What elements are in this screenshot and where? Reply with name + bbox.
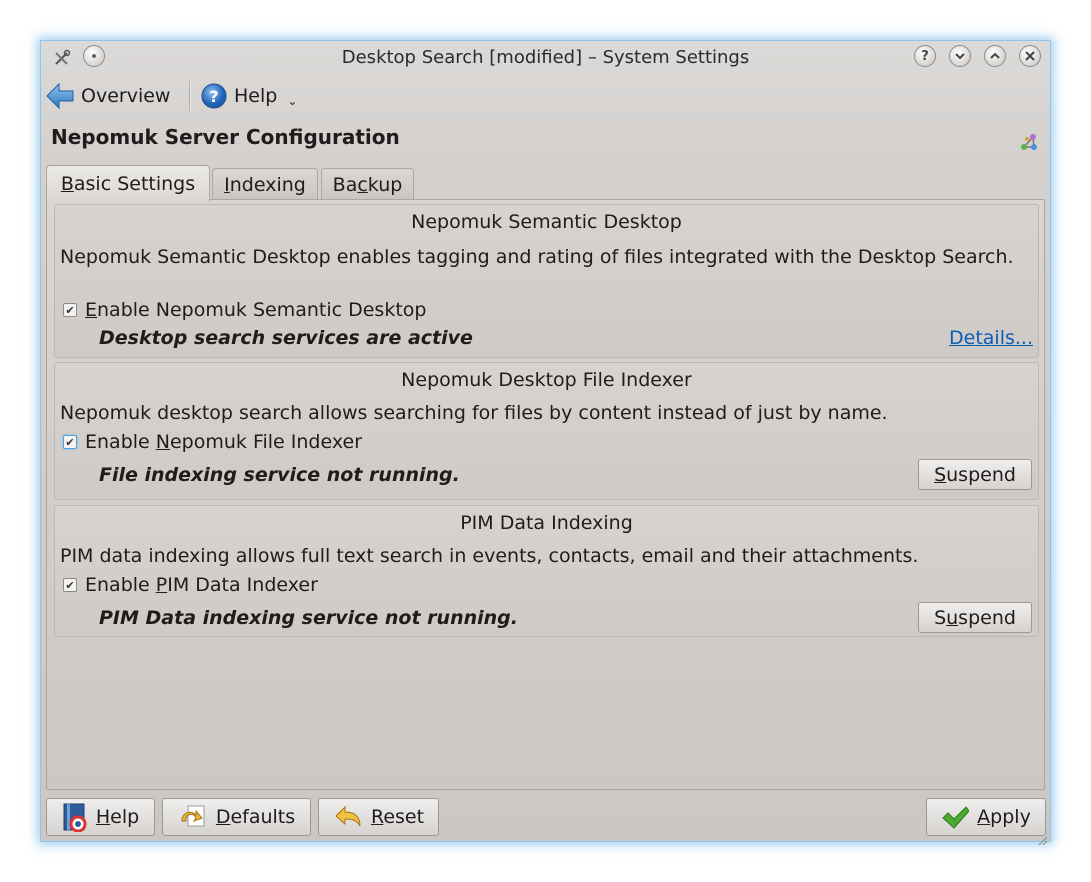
group-title: PIM Data Indexing [460,512,633,534]
undo-icon [333,804,363,830]
page-title: Nepomuk Server Configuration [51,125,400,149]
status-text: Desktop search services are active [99,327,473,349]
tab-basic-settings[interactable]: Basic Settings [46,165,210,201]
overview-label: Overview [81,85,171,107]
help-menu-label: Help [234,85,278,107]
chevron-down-icon [955,53,965,60]
minimize-button[interactable] [949,45,971,67]
checkbox-label: Enable Nepomuk Semantic Desktop [85,299,427,321]
checkbox-label: Enable PIM Data Indexer [85,574,318,596]
help-button[interactable]: Help [46,798,155,836]
button-label: Suspend [934,463,1016,486]
chevron-up-icon [990,52,1000,59]
group-description: Nepomuk desktop search allows searching … [60,402,888,424]
defaults-button[interactable]: Defaults [162,798,311,836]
dropdown-arrow-icon: ⌄ [287,94,298,108]
suspend-pim-indexer-button[interactable]: Suspend [918,602,1032,633]
button-label: Suspend [934,606,1016,629]
group-title: Nepomuk Semantic Desktop [411,211,682,233]
context-help-button[interactable]: ? [914,45,936,67]
nepomuk-icon [1018,131,1040,158]
svg-text:?: ? [209,87,218,106]
status-text: PIM Data indexing service not running. [99,607,518,629]
checkmark-icon[interactable]: ✔ [63,435,77,449]
button-label: Apply [977,806,1031,828]
maximize-button[interactable] [984,45,1006,67]
enable-semantic-desktop-checkbox[interactable]: ✔ Enable Nepomuk Semantic Desktop [63,299,426,321]
status-text: File indexing service not running. [99,464,460,486]
enable-file-indexer-checkbox[interactable]: ✔ Enable Nepomuk File Indexer [63,431,362,453]
tab-indexing[interactable]: Indexing [212,168,318,200]
checkbox-label: Enable Nepomuk File Indexer [85,431,363,453]
system-settings-window: Desktop Search [modified] – System Setti… [40,40,1051,846]
close-button[interactable] [1019,45,1041,67]
details-link[interactable]: Details... [949,327,1033,349]
document-revert-icon [178,803,208,831]
tab-label: Backup [332,173,403,196]
tab-backup[interactable]: Backup [321,168,414,200]
semantic-desktop-group: Nepomuk Semantic Desktop Nepomuk Semanti… [54,204,1039,358]
checkmark-icon [941,805,970,829]
window-title: Desktop Search [modified] – System Setti… [341,47,750,68]
suspend-file-indexer-button[interactable]: Suspend [918,459,1032,490]
question-icon: ? [921,48,929,64]
apply-button[interactable]: Apply [926,798,1046,836]
lifebuoy-book-icon [62,802,88,832]
reset-button[interactable]: Reset [318,798,439,836]
help-icon: ? [201,83,227,109]
group-description: PIM data indexing allows full text searc… [60,545,919,567]
group-title: Nepomuk Desktop File Indexer [401,369,692,391]
group-description: Nepomuk Semantic Desktop enables tagging… [60,246,1014,268]
checkmark-icon[interactable]: ✔ [63,578,77,592]
toolbar-separator [189,81,191,111]
overview-button[interactable]: Overview [45,81,170,111]
tab-label: Indexing [224,173,306,196]
title-bar[interactable]: Desktop Search [modified] – System Setti… [41,41,1050,75]
file-indexer-group: Nepomuk Desktop File Indexer Nepomuk des… [54,362,1039,500]
resize-grip-icon[interactable] [1038,829,1048,846]
button-label: Help [95,806,140,828]
help-menu-button[interactable]: ? Help ⌄ [200,81,297,111]
tab-label: Basic Settings [60,172,196,195]
back-arrow-icon [46,82,74,110]
pim-indexing-group: PIM Data Indexing PIM data indexing allo… [54,505,1039,637]
enable-pim-indexer-checkbox[interactable]: ✔ Enable PIM Data Indexer [63,574,318,596]
button-label: Defaults [215,806,296,828]
checkmark-icon[interactable]: ✔ [63,303,77,317]
basic-settings-panel: Nepomuk Semantic Desktop Nepomuk Semanti… [46,199,1045,790]
button-label: Reset [370,806,425,828]
close-icon [1025,51,1035,61]
